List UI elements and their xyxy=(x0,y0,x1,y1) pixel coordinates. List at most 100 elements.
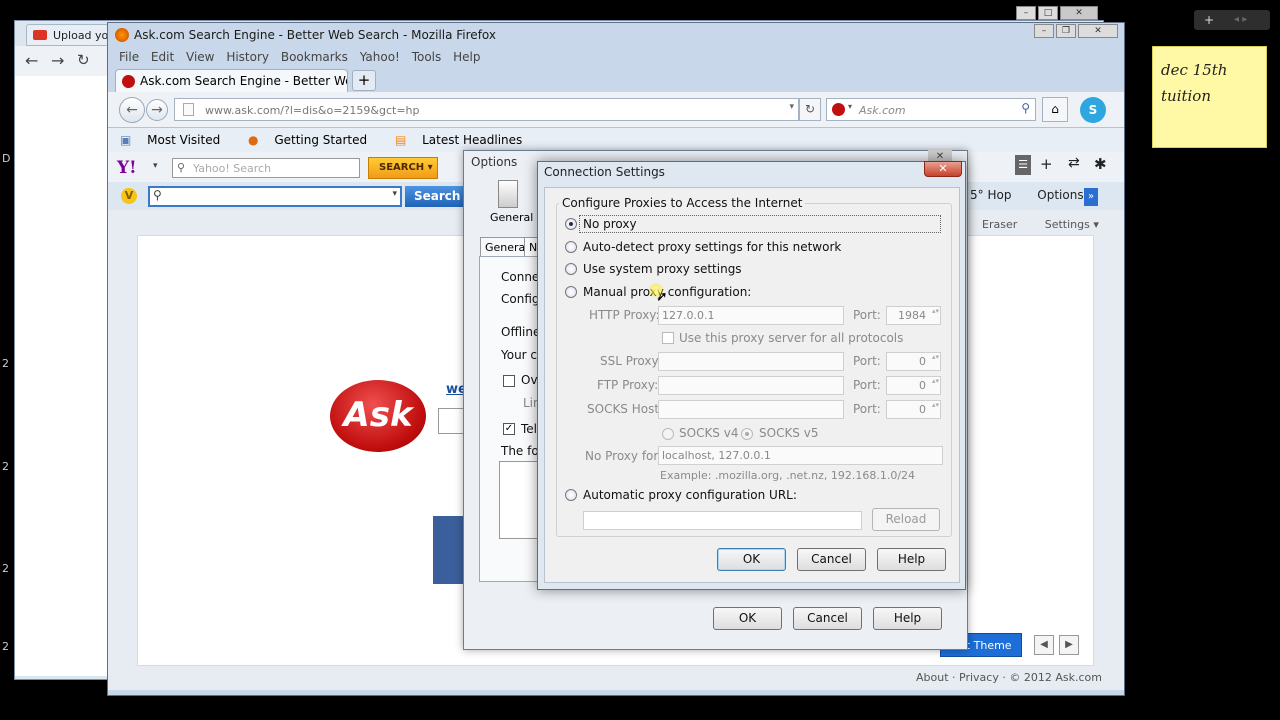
swap-icon[interactable]: ⇄ xyxy=(1068,155,1080,171)
ftp-port-input[interactable]: 0 xyxy=(886,376,941,395)
desktop-fragment: D xyxy=(2,152,11,165)
chevron-down-icon[interactable]: ▾ xyxy=(392,189,397,199)
menu-yahoo[interactable]: Yahoo! xyxy=(360,50,400,64)
chevron-down-icon: ▾ xyxy=(427,162,433,173)
ask-toolbar-icon[interactable]: V xyxy=(121,188,137,204)
menu-bookmarks[interactable]: Bookmarks xyxy=(281,50,348,64)
search-bar[interactable]: ▾ Ask.com ⚲ xyxy=(826,98,1036,121)
no-proxy-label[interactable]: No proxy xyxy=(583,217,637,231)
next-theme-button[interactable]: ▶ xyxy=(1059,635,1079,655)
eraser-link[interactable]: Eraser xyxy=(982,218,1017,231)
http-proxy-input[interactable]: 127.0.0.1 xyxy=(658,306,844,325)
forward-arrow-icon[interactable]: → xyxy=(51,51,64,70)
bookmark-latest-headlines[interactable]: ▤ Latest Headlines xyxy=(395,133,534,147)
yahoo-dropdown-icon[interactable]: ▾ xyxy=(153,161,158,171)
http-port-input[interactable]: 1984 xyxy=(886,306,941,325)
restore-button[interactable]: ❐ xyxy=(1056,24,1076,38)
settings-link[interactable]: Settings ▾ xyxy=(1033,218,1099,231)
prev-theme-button[interactable]: ◀ xyxy=(1034,635,1054,655)
socks-v5-radio[interactable] xyxy=(741,428,753,440)
desktop-fragment: 2 xyxy=(2,562,9,575)
firefox-icon: ● xyxy=(248,133,263,147)
socks-host-input[interactable] xyxy=(658,400,844,419)
general-switch-icon[interactable] xyxy=(498,180,518,208)
socks-port-input[interactable]: 0 xyxy=(886,400,941,419)
connection-close-button[interactable]: ✕ xyxy=(924,161,962,177)
menu-tools[interactable]: Tools xyxy=(412,50,442,64)
menu-view[interactable]: View xyxy=(186,50,214,64)
url-text: www.ask.com/?l=dis&o=2159&gct=hp xyxy=(205,104,420,117)
ftp-port-label: Port: xyxy=(853,378,881,392)
ssl-port-label: Port: xyxy=(853,354,881,368)
list-icon[interactable]: ☰ xyxy=(1015,155,1031,175)
reload-button[interactable]: ↻ xyxy=(799,98,821,121)
ssl-port-input[interactable]: 0 xyxy=(886,352,941,371)
system-proxy-radio[interactable] xyxy=(565,263,577,275)
menu-history[interactable]: History xyxy=(226,50,269,64)
home-button[interactable]: ⌂ xyxy=(1042,97,1068,122)
system-proxy-label[interactable]: Use system proxy settings xyxy=(583,262,742,276)
menu-edit[interactable]: Edit xyxy=(151,50,174,64)
proxy-group-label: Configure Proxies to Access the Internet xyxy=(559,196,806,210)
url-bar[interactable]: www.ask.com/?l=dis&o=2159&gct=hp ▾ xyxy=(174,98,799,121)
search-icon[interactable]: ⚲ xyxy=(1021,101,1030,115)
yahoo-search-button[interactable]: SEARCH ▾ xyxy=(368,157,438,179)
auto-detect-radio[interactable] xyxy=(565,241,577,253)
close-window-button[interactable]: ✕ xyxy=(1078,24,1118,38)
plus-icon[interactable]: + xyxy=(1040,155,1053,173)
auto-detect-label[interactable]: Auto-detect proxy settings for this netw… xyxy=(583,240,841,254)
more-chevron-icon[interactable]: » xyxy=(1084,188,1098,206)
ssl-proxy-input[interactable] xyxy=(658,352,844,371)
bg-maximize-button[interactable]: □ xyxy=(1038,6,1058,20)
options-general-pane[interactable]: General xyxy=(490,211,533,224)
socks-v4-radio[interactable] xyxy=(662,428,674,440)
bookmark-most-visited[interactable]: ▣ Most Visited xyxy=(120,133,232,147)
weather-item[interactable]: 5° Hop xyxy=(970,188,1011,202)
reload-button[interactable]: Reload xyxy=(872,508,940,531)
options-cancel-button[interactable]: Cancel xyxy=(793,607,862,630)
bg-minimize-button[interactable]: – xyxy=(1016,6,1036,20)
tell-me-checkbox[interactable]: ✓ xyxy=(503,423,515,435)
options-help-button[interactable]: Help xyxy=(873,607,942,630)
add-note-icon[interactable]: + xyxy=(1204,13,1214,27)
reload-icon[interactable]: ↻ xyxy=(77,51,90,69)
browser-tab-ask[interactable]: Ask.com Search Engine - Better Web Sea..… xyxy=(115,69,348,92)
menu-help[interactable]: Help xyxy=(453,50,480,64)
more-options-icon[interactable]: ◂ ▸ xyxy=(1234,10,1247,30)
auto-config-url-input[interactable] xyxy=(583,511,862,530)
auto-config-url-radio[interactable] xyxy=(565,489,577,501)
same-proxy-checkbox[interactable] xyxy=(662,332,674,344)
new-tab-button[interactable]: + xyxy=(352,70,376,91)
yahoo-logo[interactable]: Y! xyxy=(117,158,137,178)
url-dropdown-icon[interactable]: ▾ xyxy=(789,102,794,112)
skype-icon[interactable]: S xyxy=(1080,97,1106,123)
ok-button[interactable]: OK xyxy=(717,548,786,571)
help-button[interactable]: Help xyxy=(877,548,946,571)
desktop-fragment: 2 xyxy=(2,460,9,473)
firefox-icon xyxy=(115,28,129,42)
ask-search-button[interactable]: Search xyxy=(405,186,463,207)
ftp-proxy-input[interactable] xyxy=(658,376,844,395)
sticky-note[interactable]: dec 15th tuition xyxy=(1152,46,1267,148)
background-tab[interactable]: Upload you xyxy=(26,24,116,46)
back-button[interactable]: ← xyxy=(119,97,145,123)
minimize-button[interactable]: – xyxy=(1034,24,1054,38)
back-arrow-icon[interactable]: ← xyxy=(25,51,38,70)
bookmark-getting-started[interactable]: ● Getting Started xyxy=(248,133,379,147)
gear-icon[interactable]: ✱ xyxy=(1094,155,1107,173)
cancel-button[interactable]: Cancel xyxy=(797,548,866,571)
options-ok-button[interactable]: OK xyxy=(713,607,782,630)
yahoo-search-input[interactable]: ⚲ Yahoo! Search xyxy=(172,158,360,178)
ask-search-input[interactable]: ⚲ ▾ xyxy=(148,186,402,207)
auto-config-url-label[interactable]: Automatic proxy configuration URL: xyxy=(583,488,797,502)
no-proxy-for-input[interactable]: localhost, 127.0.0.1 xyxy=(658,446,943,465)
forward-button[interactable]: → xyxy=(146,99,168,121)
bg-close-button[interactable]: ✕ xyxy=(1060,6,1098,20)
menu-bar: File Edit View History Bookmarks Yahoo! … xyxy=(119,50,488,64)
override-cache-checkbox[interactable] xyxy=(503,375,515,387)
menu-file[interactable]: File xyxy=(119,50,139,64)
home-icon: ⌂ xyxy=(1051,102,1059,116)
manual-proxy-radio[interactable] xyxy=(565,286,577,298)
engine-dropdown-icon[interactable]: ▾ xyxy=(848,102,852,111)
no-proxy-radio[interactable] xyxy=(565,218,577,230)
